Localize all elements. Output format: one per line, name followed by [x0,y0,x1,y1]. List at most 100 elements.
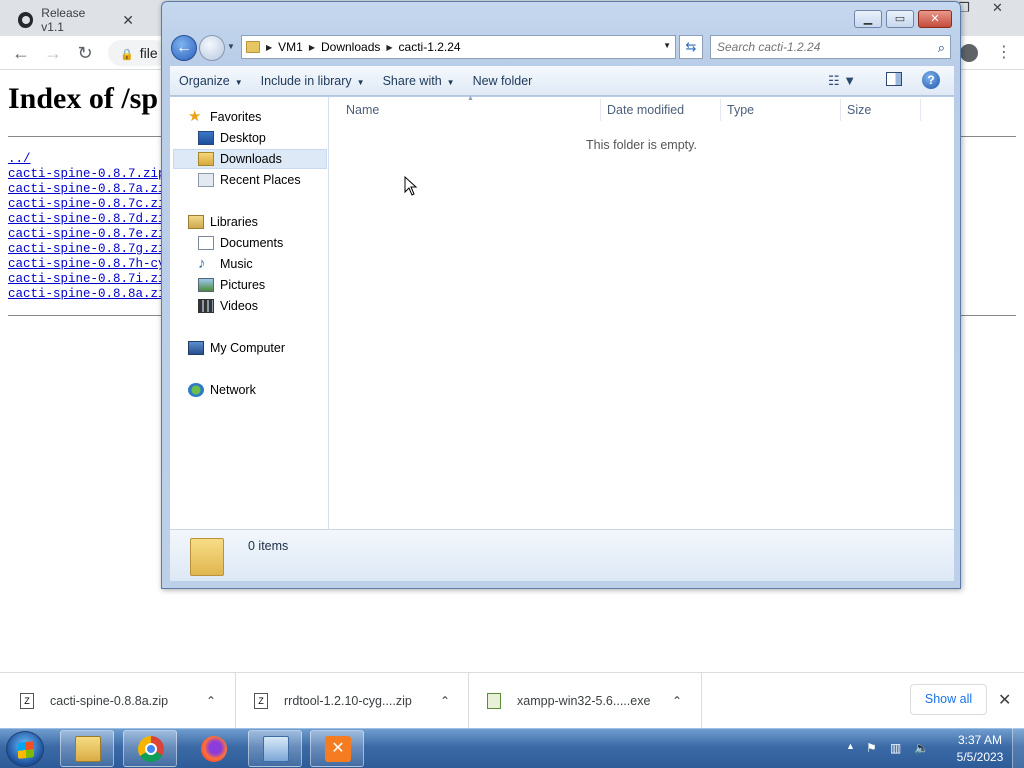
column-type[interactable]: Type [727,103,754,117]
file-list-pane[interactable]: ▲ Name Date modified Type Size This fold… [329,95,954,529]
search-box[interactable]: ⌕ [710,35,951,59]
taskbar-explorer[interactable] [60,730,114,767]
close-window-button[interactable]: ✕ [918,10,952,28]
file-link[interactable]: cacti-spine-0.8.7d.zip [8,212,173,227]
close-downloads-bar-icon[interactable]: ✕ [998,690,1011,710]
minimize-button[interactable]: ▁ [854,10,882,28]
zip-file-icon: Z [20,693,34,709]
music-icon: ♪ [198,255,206,272]
taskbar-chrome[interactable] [123,730,177,767]
nav-downloads[interactable]: Downloads [173,149,327,169]
browser-back-icon[interactable]: ← [10,42,32,64]
folder-icon [190,538,224,576]
file-link[interactable]: cacti-spine-0.8.7e.zip [8,227,173,242]
column-date-modified[interactable]: Date modified [607,103,684,117]
browser-close-icon[interactable]: ✕ [992,0,1003,16]
file-link[interactable]: cacti-spine-0.8.7g.zip [8,242,173,257]
file-link[interactable]: cacti-spine-0.8.7i.zip [8,272,173,287]
nav-recent-places[interactable]: Recent Places [198,170,301,190]
chevron-right-icon[interactable]: ▶ [266,43,272,52]
show-all-button[interactable]: Show all [910,684,987,715]
network-tray-icon[interactable]: ▥ [890,741,901,755]
chevron-up-icon[interactable]: ⌃ [440,694,450,708]
breadcrumb-vm1[interactable]: VM1 [278,40,303,54]
search-icon[interactable]: ⌕ [938,40,945,56]
column-name[interactable]: Name [346,103,379,117]
show-hidden-icons-icon[interactable]: ▲ [846,741,855,751]
maximize-button[interactable]: ▭ [886,10,914,28]
file-link[interactable]: ../ [8,152,173,167]
clock-time[interactable]: 3:37 AM [950,733,1010,747]
help-icon[interactable]: ? [922,71,940,89]
column-divider[interactable] [600,99,601,121]
address-dropdown-icon[interactable]: ▼ [663,41,671,50]
nav-music[interactable]: ♪ Music [198,254,253,274]
chevron-down-icon: ▼ [356,77,365,87]
file-link[interactable]: cacti-spine-0.8.7c.zip [8,197,173,212]
download-item[interactable]: xampp-win32-5.6.....exe ⌃ [469,673,702,729]
search-input[interactable] [717,37,927,57]
show-desktop-button[interactable] [1012,728,1024,768]
nav-label: Favorites [210,110,262,124]
recent-pages-chevron-icon[interactable]: ▼ [227,42,235,51]
change-view-icon[interactable]: ☷ ▼ [828,73,856,89]
nav-libraries[interactable]: Libraries [188,212,258,232]
breadcrumb-current[interactable]: cacti-1.2.24 [399,40,461,54]
breadcrumb-downloads[interactable]: Downloads [321,40,380,54]
clock-date[interactable]: 5/5/2023 [950,750,1010,764]
new-folder-button[interactable]: New folder [464,74,542,88]
column-divider[interactable] [720,99,721,121]
file-link[interactable]: cacti-spine-0.8.7.zip [8,167,173,182]
nav-desktop[interactable]: Desktop [198,128,266,148]
preview-pane-icon[interactable] [886,72,902,86]
taskbar-control-panel[interactable] [248,730,302,767]
nav-favorites[interactable]: ★ Favorites [188,107,261,127]
downloads-folder-icon [198,152,214,166]
browser-tab-release[interactable]: Release v1.1 ✕ [8,4,144,36]
chevron-up-icon[interactable]: ⌃ [206,694,216,708]
browser-menu-icon[interactable]: ⋮ [996,42,1012,62]
chevron-right-icon[interactable]: ▶ [309,43,315,52]
taskbar-xampp[interactable]: ✕ [310,730,364,767]
nav-videos[interactable]: Videos [198,296,258,316]
column-size[interactable]: Size [847,103,871,117]
organize-button[interactable]: Organize ▼ [170,74,252,88]
back-button[interactable]: ← [171,35,197,61]
column-divider[interactable] [840,99,841,121]
column-divider[interactable] [920,99,921,121]
browser-reload-icon[interactable]: ↻ [74,42,96,64]
share-with-label: Share with [382,73,442,88]
browser-forward-icon[interactable]: → [42,42,64,64]
refresh-button[interactable]: ⇆ [679,35,703,59]
file-link[interactable]: cacti-spine-0.8.8a.zip [8,287,173,302]
address-bar[interactable]: ▶ VM1 ▶ Downloads ▶ cacti-1.2.24 ▼ [241,35,676,59]
navigation-pane: ★ Favorites Desktop Downloads Recent Plac… [170,97,329,529]
sort-indicator-icon: ▲ [467,95,474,102]
nav-label: Videos [220,299,258,313]
download-item[interactable]: Z cacti-spine-0.8.8a.zip ⌃ [0,673,236,729]
taskbar-firefox[interactable] [186,730,240,767]
browser-address-bar[interactable]: 🔒 file [108,40,168,66]
close-tab-icon[interactable]: ✕ [122,12,134,29]
start-button[interactable] [6,731,44,767]
chevron-up-icon[interactable]: ⌃ [672,694,682,708]
explorer-window[interactable]: ▁ ▭ ✕ ← ▼ ▶ VM1 ▶ Downloads ▶ cacti-1.2.… [161,1,961,589]
profile-avatar-icon[interactable] [960,44,978,62]
action-center-icon[interactable]: ⚑ [866,741,877,755]
nav-label: Libraries [210,215,258,229]
volume-icon[interactable]: 🔈 [914,741,929,755]
share-with-button[interactable]: Share with ▼ [374,74,464,88]
forward-button[interactable] [199,35,225,61]
mouse-cursor-icon [404,176,418,196]
file-link[interactable]: cacti-spine-0.8.7a.zip [8,182,173,197]
nav-network[interactable]: Network [188,380,256,400]
chevron-right-icon[interactable]: ▶ [386,43,392,52]
download-item[interactable]: Z rrdtool-1.2.10-cyg....zip ⌃ [236,673,469,729]
nav-my-computer[interactable]: My Computer [188,338,285,358]
nav-documents[interactable]: Documents [198,233,283,253]
organize-label: Organize [179,73,230,88]
file-link[interactable]: cacti-spine-0.8.7h-cyg [8,257,173,272]
include-in-library-button[interactable]: Include in library ▼ [252,74,374,88]
nav-pictures[interactable]: Pictures [198,275,265,295]
star-icon: ★ [188,108,202,125]
